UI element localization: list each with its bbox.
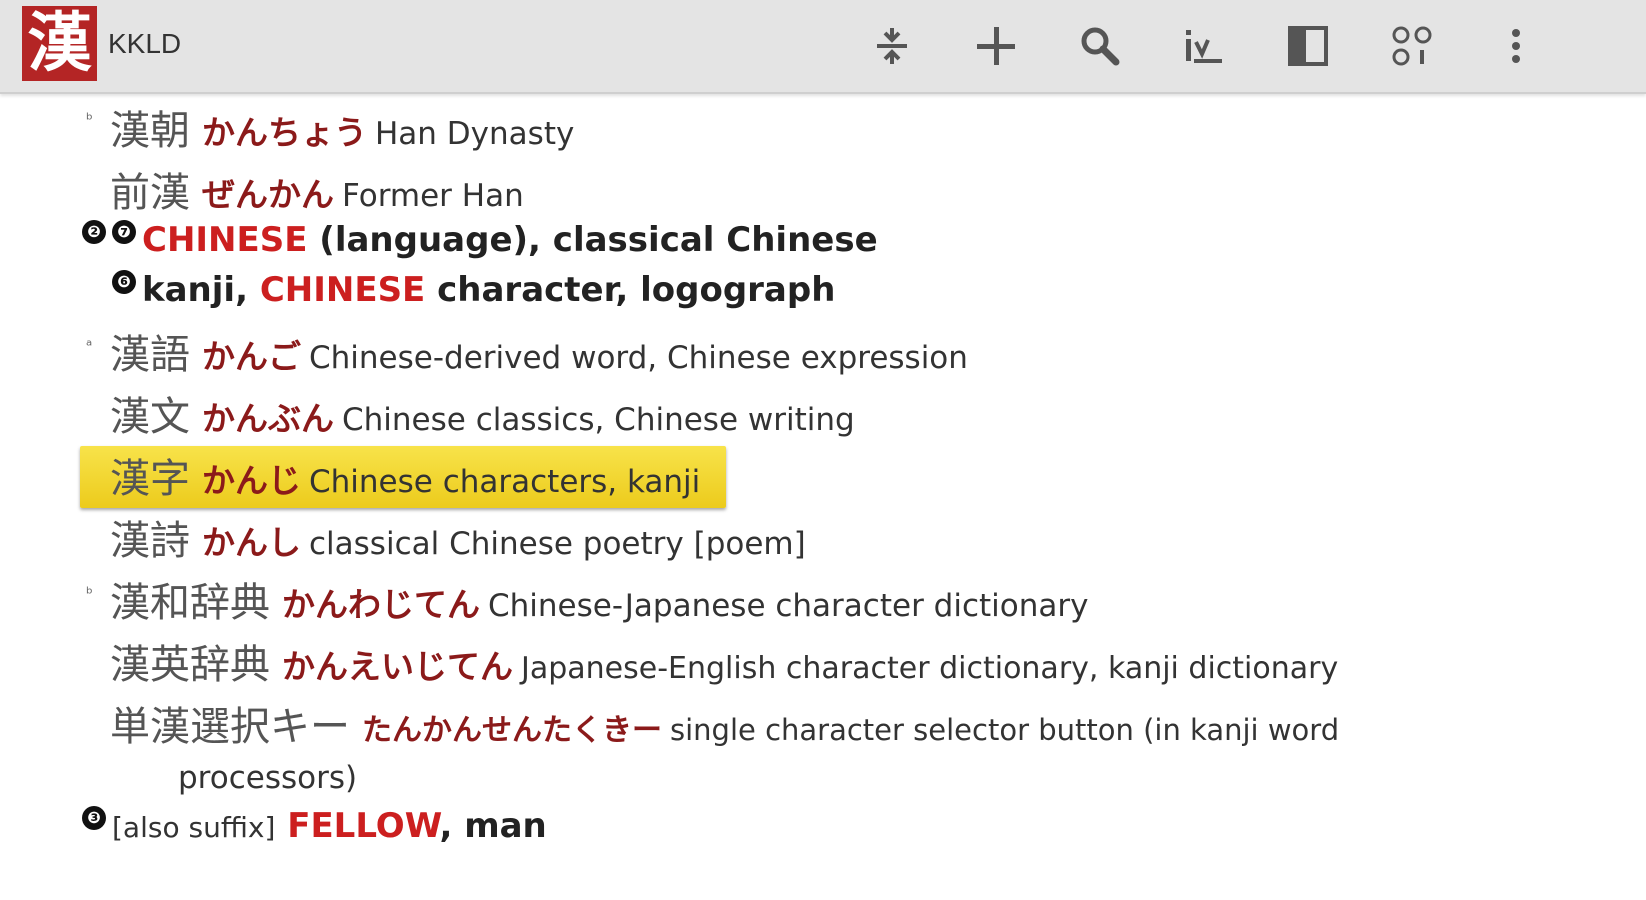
entry-kana: かんえいじてん	[282, 647, 513, 686]
entry-kana: かんじ	[202, 461, 301, 500]
entry-gloss: Chinese-Japanese character dictionary	[488, 588, 1089, 624]
sense-heading: ❸ [also suffix] FELLOW, man	[82, 806, 1646, 846]
sense-text: , man	[439, 806, 547, 846]
sense-keyword: CHINESE	[259, 270, 426, 310]
action-bar: 漢 KKLD	[0, 0, 1646, 94]
sense-number: ❸	[82, 806, 106, 830]
entry-gloss: Chinese characters, kanji	[309, 464, 701, 500]
entry-gloss: single character selector button (in kan…	[670, 713, 1340, 747]
entry-kana: かんわじてん	[282, 585, 480, 624]
dictionary-content: ᵇ 漢朝 かんちょう Han Dynasty 前漢 ぜんかん Former Han ❷❼…	[0, 96, 1646, 900]
entry-gloss-continuation: processors)	[178, 760, 1646, 796]
entry-marker: ᵃ	[86, 336, 93, 355]
compound-entry[interactable]: 単漢選択キー たんかんせんたくきー single character selecto…	[110, 694, 1646, 754]
add-icon[interactable]	[964, 14, 1028, 78]
entry-gloss: Chinese classics, Chinese writing	[342, 402, 855, 438]
sense-number: ❷	[82, 220, 106, 244]
lookup-icon[interactable]	[1172, 14, 1236, 78]
sense-number: ❻	[112, 270, 136, 294]
sense-note: [also suffix]	[112, 811, 276, 844]
panel-icon[interactable]	[1276, 14, 1340, 78]
entry-kanji: 漢英辞典	[110, 642, 270, 688]
collapse-icon[interactable]	[860, 14, 924, 78]
entry-gloss: Chinese-derived word, Chinese expression	[309, 340, 968, 376]
entry-gloss: classical Chinese poetry [poem]	[309, 526, 806, 562]
overflow-menu-icon[interactable]	[1484, 14, 1548, 78]
entry-kanji: 漢和辞典	[110, 580, 270, 626]
entry-marker: ᵇ	[86, 110, 93, 129]
sense-heading: ❻ kanji, CHINESE character, logograph	[112, 270, 1646, 310]
entry-kanji: 漢朝	[110, 108, 190, 154]
entry-kana: かんぶん	[202, 399, 334, 438]
sense-text: kanji,	[142, 270, 260, 310]
sense-keyword: CHINESE	[142, 220, 308, 260]
entry-kana: たんかんせんたくきー	[362, 713, 662, 748]
compound-entry[interactable]: 漢文 かんぶん Chinese classics, Chinese writing	[110, 384, 1646, 444]
compound-entry[interactable]: 漢英辞典 かんえいじてん Japanese-English character di…	[110, 632, 1646, 692]
compound-entry[interactable]: 前漢 ぜんかん Former Han	[110, 160, 1646, 220]
compound-entry-selected[interactable]: 漢字 かんじ Chinese characters, kanji	[110, 446, 1646, 506]
sense-heading: ❷ ❼ CHINESE (language), classical Chinese	[82, 220, 1646, 260]
entry-kanji: 漢語	[110, 332, 190, 378]
compound-entry[interactable]: 漢朝 かんちょう Han Dynasty	[110, 98, 1646, 158]
entry-kanji: 前漢	[110, 170, 190, 216]
compound-entry[interactable]: 漢語 かんご Chinese-derived word, Chinese expre…	[110, 322, 1646, 382]
grid-icon[interactable]	[1380, 14, 1444, 78]
entry-kanji: 漢字	[110, 456, 190, 502]
compound-entry[interactable]: 漢和辞典 かんわじてん Chinese-Japanese character dic…	[110, 570, 1646, 630]
entry-kana: かんちょう	[202, 113, 367, 152]
sense-keyword: FELLOW	[287, 806, 440, 846]
compound-entry[interactable]: 漢詩 かんし classical Chinese poetry [poem]	[110, 508, 1646, 568]
entry-kanji: 漢詩	[110, 518, 190, 564]
entry-kana: ぜんかん	[202, 175, 334, 214]
entry-kana: かんし	[202, 523, 301, 562]
entry-kana: かんご	[202, 337, 301, 376]
app-title: KKLD	[108, 28, 182, 59]
search-icon[interactable]	[1068, 14, 1132, 78]
entry-gloss: Former Han	[342, 178, 524, 214]
entry-gloss: Japanese-English character dictionary, k…	[521, 651, 1339, 686]
entry-gloss: Han Dynasty	[375, 116, 575, 152]
entry-gloss: processors)	[178, 760, 358, 796]
entry-kanji: 漢文	[110, 394, 190, 440]
app-logo: 漢	[22, 6, 97, 81]
sense-number: ❼	[112, 220, 136, 244]
entry-marker: ᵇ	[86, 584, 93, 603]
entry-kanji: 単漢選択キー	[110, 704, 350, 750]
sense-text: (language), classical Chinese	[307, 220, 878, 260]
sense-text: character, logograph	[425, 270, 836, 310]
